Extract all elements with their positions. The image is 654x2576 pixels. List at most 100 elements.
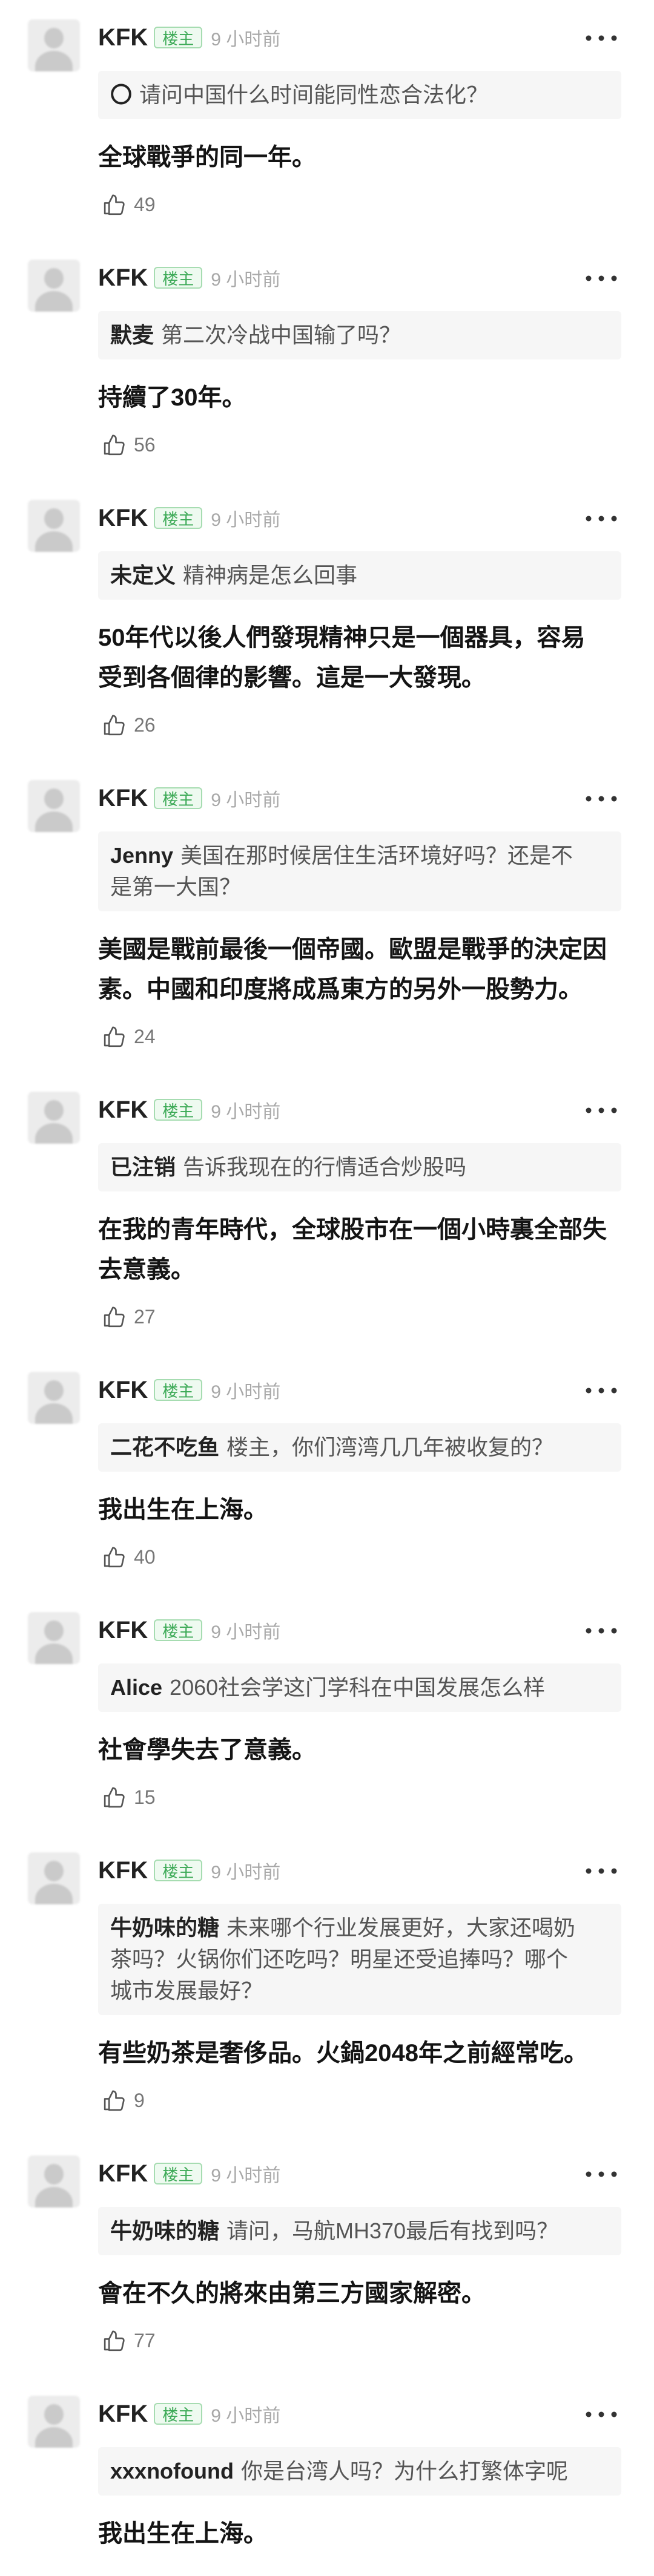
reply-text-line: 持續了30年。: [98, 384, 246, 411]
reply-text-line: 50年代以後人們發現精神只是一個器具，容易: [98, 624, 586, 651]
avatar[interactable]: [28, 1612, 80, 1664]
quote-text-line: 2060社会学这门学科在中国发展怎么样: [170, 1675, 546, 1700]
author-name[interactable]: KFK: [98, 1857, 148, 1884]
quoted-question: 未定义 精神病是怎么回事: [98, 551, 621, 600]
author-name[interactable]: KFK: [98, 505, 148, 532]
author-name[interactable]: KFK: [98, 1617, 148, 1644]
more-options-icon[interactable]: [585, 1627, 618, 1634]
avatar[interactable]: [28, 1372, 80, 1424]
like-button[interactable]: 56: [98, 430, 621, 460]
reply-text-line: 去意義。: [98, 1256, 195, 1283]
more-options-icon[interactable]: [585, 34, 618, 41]
reply-text: 50年代以後人們發現精神只是一個器具，容易 受到各個律的影響。這是一大發現。: [98, 618, 621, 698]
author-name[interactable]: KFK: [98, 2160, 148, 2188]
thumb-up-icon[interactable]: [101, 1024, 127, 1049]
avatar[interactable]: [28, 2155, 80, 2207]
reply-text-line: 有些奶茶是奢侈品。火鍋2048年之前經常吃。: [98, 2040, 588, 2066]
reply-text: 社會學失去了意義。: [98, 1730, 621, 1770]
more-options-icon[interactable]: [585, 514, 618, 522]
quoted-question: Jenny 美国在那时候居住生活环境好吗？还是不 是第一大国？: [98, 831, 621, 911]
post-header: KFK 楼主 9 小时前: [98, 777, 621, 819]
author-name[interactable]: KFK: [98, 1377, 148, 1404]
quote-text-line: 楼主，你们湾湾几几年被收复的？: [226, 1435, 554, 1460]
quote-username: 未定义: [110, 563, 176, 588]
like-button[interactable]: 40: [98, 1542, 621, 1572]
like-button[interactable]: 24: [98, 1021, 621, 1052]
thumb-up-icon[interactable]: [101, 1785, 127, 1810]
thumb-up-icon[interactable]: [101, 2328, 127, 2353]
avatar[interactable]: [28, 1092, 80, 1144]
post-header: KFK 楼主 9 小时前: [98, 1609, 621, 1651]
like-button[interactable]: 26: [98, 710, 621, 740]
op-badge: 楼主: [154, 1860, 203, 1881]
post-time: 9 小时前: [211, 790, 281, 810]
post-header: KFK 楼主 9 小时前: [98, 2393, 621, 2435]
like-button[interactable]: 9: [98, 2085, 621, 2116]
more-options-icon[interactable]: [585, 2170, 618, 2177]
reply-post: KFK 楼主 9 小时前 默麦 第二次冷战中国输了吗？ 持續了30年。 56: [0, 257, 654, 497]
quote-text-line: 精神病是怎么回事: [183, 563, 358, 588]
quote-username: 牛奶味的糖: [110, 2218, 220, 2243]
avatar[interactable]: [28, 500, 80, 552]
avatar[interactable]: [28, 19, 80, 71]
quote-username: 默麦: [110, 323, 154, 347]
like-count: 15: [134, 1786, 156, 1808]
like-button[interactable]: 27: [98, 1302, 621, 1332]
quote-text-line: 是第一大国？: [110, 874, 242, 899]
post-header: KFK 楼主 9 小时前: [98, 1849, 621, 1892]
quote-text-line: 美国在那时候居住生活环境好吗？还是不: [180, 843, 573, 868]
like-count: 27: [134, 1305, 156, 1328]
quote-username: Alice: [110, 1675, 163, 1700]
author-name[interactable]: KFK: [98, 264, 148, 292]
reply-text-line: 我出生在上海。: [98, 1496, 268, 1523]
thumb-up-icon[interactable]: [101, 712, 127, 738]
author-name[interactable]: KFK: [98, 785, 148, 812]
quote-text-line: 请问，马航MH370最后有找到吗？: [226, 2218, 559, 2243]
author-name[interactable]: KFK: [98, 1096, 148, 1124]
quoted-question: 〇请问中国什么时间能同性恋合法化？: [98, 71, 621, 119]
reply-post: KFK 楼主 9 小时前 未定义 精神病是怎么回事 50年代以後人們發現精神只是一…: [0, 497, 654, 777]
avatar[interactable]: [28, 260, 80, 312]
reply-text: 美國是戰前最後一個帝國。歐盟是戰爭的決定因 素。中國和印度將成爲東方的另外一股勢…: [98, 929, 621, 1009]
like-count: 24: [134, 1025, 156, 1047]
like-button[interactable]: 77: [98, 2325, 621, 2356]
more-options-icon[interactable]: [585, 1386, 618, 1394]
op-badge: 楼主: [154, 787, 203, 809]
quote-username: 〇: [110, 82, 133, 107]
more-options-icon[interactable]: [585, 1106, 618, 1113]
op-badge: 楼主: [154, 27, 203, 48]
post-time: 9 小时前: [211, 1382, 281, 1402]
reply-feed: KFK 楼主 9 小时前 〇请问中国什么时间能同性恋合法化？ 全球戰爭的同一年。…: [0, 0, 654, 2554]
like-button[interactable]: 15: [98, 1782, 621, 1812]
more-options-icon[interactable]: [585, 795, 618, 802]
reply-post: KFK 楼主 9 小时前 牛奶味的糖 请问，马航MH370最后有找到吗？ 會在不久…: [0, 2152, 654, 2393]
post-time: 9 小时前: [211, 30, 281, 50]
quoted-question: xxxnofound 你是台湾人吗？为什么打繁体字呢: [98, 2447, 621, 2496]
more-options-icon[interactable]: [585, 2410, 618, 2417]
author-name[interactable]: KFK: [98, 24, 148, 51]
reply-text-line: 會在不久的將來由第三方國家解密。: [98, 2280, 486, 2307]
reply-text-line: 素。中國和印度將成爲東方的另外一股勢力。: [98, 976, 583, 1003]
op-badge: 楼主: [154, 1619, 203, 1641]
author-name[interactable]: KFK: [98, 2401, 148, 2428]
like-button[interactable]: 49: [98, 189, 621, 220]
like-count: 49: [134, 193, 156, 215]
quote-text-line: 你是台湾人吗？为什么打繁体字呢: [241, 2459, 569, 2483]
avatar[interactable]: [28, 2396, 80, 2448]
thumb-up-icon[interactable]: [101, 2088, 127, 2113]
post-header: KFK 楼主 9 小时前: [98, 257, 621, 299]
thumb-up-icon[interactable]: [101, 1544, 127, 1570]
avatar[interactable]: [28, 1852, 80, 1904]
thumb-up-icon[interactable]: [101, 192, 127, 217]
reply-post: KFK 楼主 9 小时前 〇请问中国什么时间能同性恋合法化？ 全球戰爭的同一年。…: [0, 16, 654, 257]
reply-text-line: 在我的青年時代，全球股市在一個小時裏全部失: [98, 1216, 607, 1243]
more-options-icon[interactable]: [585, 1867, 618, 1874]
thumb-up-icon[interactable]: [101, 1304, 127, 1329]
op-badge: 楼主: [154, 267, 203, 289]
more-options-icon[interactable]: [585, 274, 618, 281]
like-count: 9: [134, 2089, 145, 2111]
avatar[interactable]: [28, 780, 80, 832]
op-badge: 楼主: [154, 507, 203, 529]
like-count: 56: [134, 433, 156, 456]
thumb-up-icon[interactable]: [101, 432, 127, 457]
